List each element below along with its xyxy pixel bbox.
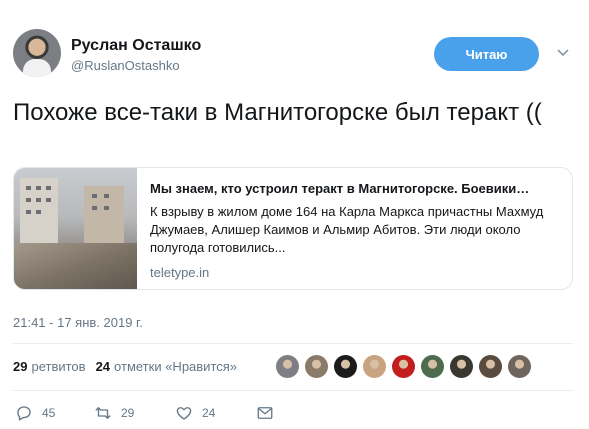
avatar[interactable] <box>13 29 61 77</box>
liker-avatar[interactable] <box>305 355 328 378</box>
envelope-icon <box>257 407 273 419</box>
liker-avatar[interactable] <box>421 355 444 378</box>
liker-avatars <box>276 355 537 378</box>
retweets-label[interactable]: ретвитов <box>31 359 85 374</box>
card-description: К взрыву в жилом доме 164 на Карла Маркс… <box>150 204 544 255</box>
reply-icon <box>17 406 31 421</box>
chevron-down-icon[interactable] <box>556 48 570 58</box>
liker-avatar[interactable] <box>363 355 386 378</box>
card-title: Мы знаем, кто устроил теракт в Магнитого… <box>150 181 530 196</box>
divider <box>13 343 573 344</box>
author-name[interactable]: Руслан Осташко <box>71 37 201 55</box>
like-button[interactable]: 24 <box>175 404 215 422</box>
likes-count[interactable]: 24 <box>96 359 110 374</box>
tweet-text: Похоже все-таки в Магнитогорске был тера… <box>13 99 542 126</box>
liker-avatar[interactable] <box>450 355 473 378</box>
link-card[interactable]: Мы знаем, кто устроил теракт в Магнитого… <box>13 167 573 290</box>
divider <box>13 390 573 391</box>
reply-count: 45 <box>42 406 56 420</box>
card-image <box>14 168 137 289</box>
like-count: 24 <box>202 406 216 420</box>
liker-avatar[interactable] <box>276 355 299 378</box>
liker-avatar[interactable] <box>334 355 357 378</box>
retweet-button[interactable]: 29 <box>94 404 134 422</box>
timestamp[interactable]: 21:41 - 17 янв. 2019 г. <box>13 315 143 330</box>
author-handle[interactable]: @RuslanOstashko <box>71 58 180 73</box>
retweets-count[interactable]: 29 <box>13 359 27 374</box>
card-domain: teletype.in <box>150 265 210 280</box>
liker-avatar[interactable] <box>479 355 502 378</box>
liker-avatar[interactable] <box>508 355 531 378</box>
retweet-count: 29 <box>121 406 135 420</box>
follow-button[interactable]: Читаю <box>434 37 539 71</box>
direct-message-button[interactable] <box>256 404 283 422</box>
tweet: Руслан Осташко @RuslanOstashko Читаю Пох… <box>0 0 589 429</box>
heart-icon <box>176 407 192 420</box>
reply-button[interactable]: 45 <box>15 404 55 422</box>
likes-label[interactable]: отметки «Нравится» <box>114 359 237 374</box>
liker-avatar[interactable] <box>392 355 415 378</box>
tweet-stats: 29 ретвитов 24 отметки «Нравится» <box>13 359 237 374</box>
retweet-icon <box>95 407 111 419</box>
